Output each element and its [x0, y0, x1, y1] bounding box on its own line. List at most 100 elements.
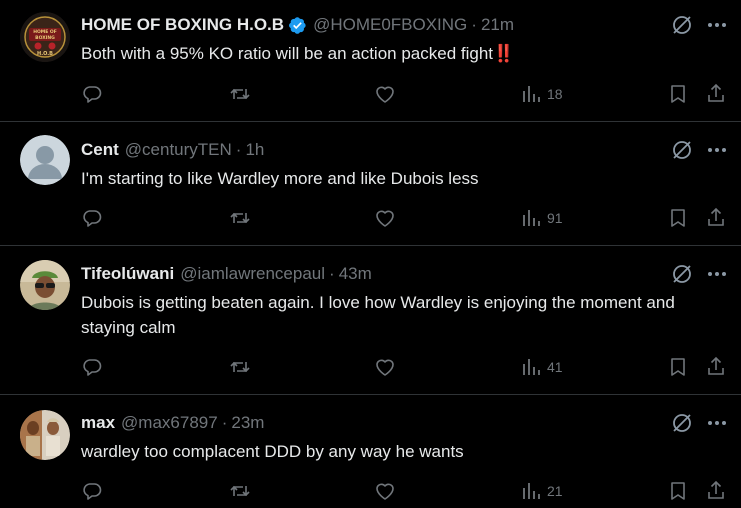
tweet[interactable]: Cent @centuryTEN · 1h I'm starting to li…	[0, 122, 741, 246]
bookmark-icon	[669, 208, 687, 228]
bookmark-icon	[669, 357, 687, 377]
more-options-icon[interactable]	[707, 420, 727, 426]
views-icon	[521, 85, 541, 103]
bookmark-button[interactable]	[669, 208, 687, 228]
tweet-text: Dubois is getting beaten again. I love h…	[81, 293, 675, 337]
repost-icon	[229, 208, 251, 228]
views-icon	[521, 209, 541, 227]
handle[interactable]: @centuryTEN	[125, 140, 232, 160]
heart-icon	[374, 357, 396, 377]
separator-dot: ·	[221, 413, 228, 432]
tweet-text: wardley too complacent DDD by any way he…	[81, 442, 464, 461]
svg-text:BOXING: BOXING	[35, 35, 55, 41]
default-avatar-icon	[20, 135, 70, 185]
bookmark-button[interactable]	[669, 357, 687, 377]
repost-button[interactable]	[229, 357, 251, 377]
tweet-top-actions	[671, 139, 727, 161]
hob-logo-avatar-icon: HOME OF BOXING H.O.B	[20, 12, 70, 62]
heart-icon	[374, 481, 396, 501]
grok-icon[interactable]	[671, 412, 693, 434]
tweet-top-actions	[671, 263, 727, 285]
handle[interactable]: @HOME0FBOXING	[313, 15, 467, 35]
handle[interactable]: @max67897	[121, 413, 218, 433]
reply-button[interactable]	[82, 481, 102, 501]
avatar[interactable]	[20, 410, 70, 460]
grok-icon[interactable]	[671, 263, 693, 285]
views-button[interactable]: 18	[521, 85, 563, 103]
views-button[interactable]: 21	[521, 482, 563, 500]
reply-icon	[82, 481, 102, 501]
share-button[interactable]	[706, 480, 726, 500]
tweet-top-actions	[671, 14, 727, 36]
more-options-icon[interactable]	[707, 271, 727, 277]
timestamp[interactable]: 21m	[481, 15, 514, 35]
reply-icon	[82, 208, 102, 228]
like-button[interactable]	[374, 357, 396, 377]
share-button[interactable]	[706, 207, 726, 227]
share-icon	[706, 480, 726, 500]
avatar[interactable]	[20, 135, 70, 185]
repost-button[interactable]	[229, 481, 251, 501]
repost-icon	[229, 481, 251, 501]
tweet[interactable]: Tifeolúwani @iamlawrencepaul · 43m Duboi…	[0, 246, 741, 395]
svg-text:HOME OF: HOME OF	[33, 29, 57, 35]
more-options-icon[interactable]	[707, 147, 727, 153]
views-count: 91	[547, 210, 563, 226]
grok-icon[interactable]	[671, 14, 693, 36]
svg-text:H.O.B: H.O.B	[37, 51, 53, 57]
display-name[interactable]: Tifeolúwani	[81, 264, 174, 284]
photo-avatar-icon	[20, 260, 70, 310]
tweet-header: HOME OF BOXING H.O.B @HOME0FBOXING · 21m	[81, 13, 514, 37]
tweet-text: I'm starting to like Wardley more and li…	[81, 169, 479, 188]
grok-icon[interactable]	[671, 139, 693, 161]
share-icon	[706, 83, 726, 103]
display-name[interactable]: Cent	[81, 140, 119, 160]
tweet-header: Cent @centuryTEN · 1h	[81, 138, 264, 162]
tweet-text: Both with a 95% KO ratio will be an acti…	[81, 44, 515, 63]
bookmark-icon	[669, 481, 687, 501]
like-button[interactable]	[374, 208, 396, 228]
avatar[interactable]	[20, 260, 70, 310]
more-options-icon[interactable]	[707, 22, 727, 28]
tweet-header: Tifeolúwani @iamlawrencepaul · 43m	[81, 262, 372, 286]
reply-button[interactable]	[82, 208, 102, 228]
share-button[interactable]	[706, 356, 726, 376]
repost-button[interactable]	[229, 84, 251, 104]
share-icon	[706, 356, 726, 376]
verified-badge-icon	[288, 16, 307, 35]
bookmark-button[interactable]	[669, 481, 687, 501]
reply-icon	[82, 84, 102, 104]
timestamp[interactable]: 1h	[245, 140, 264, 160]
tweet[interactable]: HOME OF BOXING H.O.B HOME OF BOXING H.O.…	[0, 0, 741, 122]
bookmark-icon	[669, 84, 687, 104]
views-button[interactable]: 41	[521, 358, 563, 376]
timestamp[interactable]: 43m	[339, 264, 372, 284]
handle[interactable]: @iamlawrencepaul	[180, 264, 325, 284]
views-button[interactable]: 91	[521, 209, 563, 227]
timestamp[interactable]: 23m	[231, 413, 264, 433]
share-button[interactable]	[706, 83, 726, 103]
separator-dot: ·	[329, 264, 335, 283]
reply-button[interactable]	[82, 357, 102, 377]
like-button[interactable]	[374, 481, 396, 501]
tweet[interactable]: max @max67897 · 23m wardley too complace…	[0, 395, 741, 508]
views-count: 21	[547, 483, 563, 499]
heart-icon	[374, 84, 396, 104]
repost-icon	[229, 84, 251, 104]
bookmark-button[interactable]	[669, 84, 687, 104]
display-name[interactable]: max	[81, 413, 115, 433]
reply-icon	[82, 357, 102, 377]
like-button[interactable]	[374, 84, 396, 104]
views-icon	[521, 358, 541, 376]
reply-feed: HOME OF BOXING H.O.B HOME OF BOXING H.O.…	[0, 0, 741, 508]
share-icon	[706, 207, 726, 227]
views-icon	[521, 482, 541, 500]
repost-button[interactable]	[229, 208, 251, 228]
tweet-header: max @max67897 · 23m	[81, 411, 264, 435]
avatar[interactable]: HOME OF BOXING H.O.B	[20, 12, 70, 62]
display-name[interactable]: HOME OF BOXING H.O.B	[81, 15, 284, 35]
repost-icon	[229, 357, 251, 377]
reply-button[interactable]	[82, 84, 102, 104]
views-count: 41	[547, 359, 563, 375]
photo-avatar-icon	[20, 410, 70, 460]
